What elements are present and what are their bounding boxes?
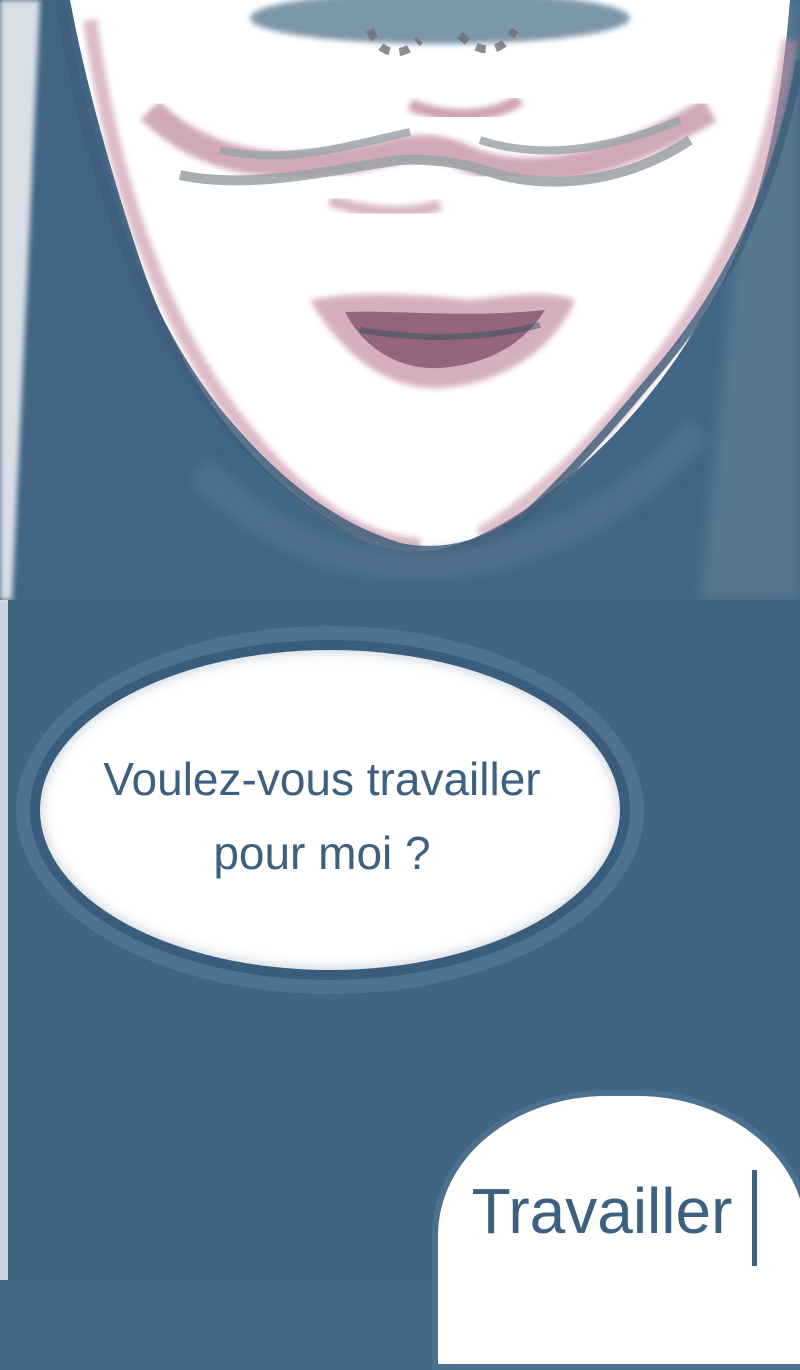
character-portrait: [0, 0, 800, 1280]
speech-bubble: Voulez-vous travailler pour moi ?: [30, 640, 630, 980]
dialogue-text: Voulez-vous travailler pour moi ?: [103, 742, 540, 890]
dialogue-line-2: pour moi ?: [213, 827, 431, 879]
choice-travailler-button[interactable]: Travailler: [432, 1090, 800, 1370]
choice-label: Travailler: [471, 1175, 733, 1247]
dialogue-line-1: Voulez-vous travailler: [103, 753, 541, 805]
text-cursor: [752, 1170, 757, 1266]
